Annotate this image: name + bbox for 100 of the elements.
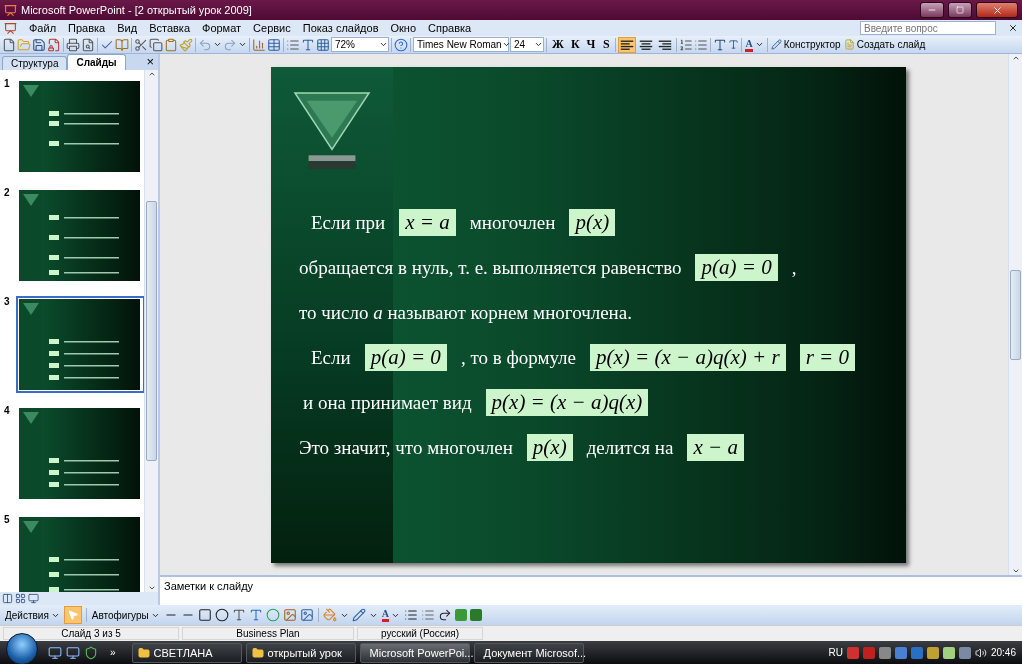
- format-button[interactable]: К: [567, 36, 583, 53]
- monitor-icon[interactable]: [66, 645, 80, 660]
- align-button[interactable]: [618, 36, 637, 53]
- caret-icon[interactable]: [501, 40, 511, 49]
- close-button[interactable]: [976, 2, 1018, 18]
- scroll-up-icon[interactable]: [147, 70, 156, 78]
- file-lock-icon[interactable]: [47, 37, 61, 52]
- slide-number: 3: [4, 296, 10, 309]
- normal-view-icon[interactable]: [2, 593, 13, 604]
- rectangle-icon[interactable]: [197, 608, 212, 622]
- grow-font-icon[interactable]: [713, 37, 728, 52]
- scroll-up-icon[interactable]: [1011, 54, 1020, 62]
- taskbar-button[interactable]: СВЕТЛАНА: [131, 642, 242, 663]
- close-icon[interactable]: [1008, 23, 1018, 33]
- font-combo[interactable]: Times New Roman: [413, 37, 509, 52]
- scroll-thumb[interactable]: [146, 201, 157, 461]
- wordart-icon[interactable]: [248, 608, 263, 622]
- print-preview-icon[interactable]: [81, 37, 95, 52]
- menu-item[interactable]: Вид: [117, 22, 138, 34]
- caret-icon[interactable]: [754, 40, 764, 49]
- menu-item[interactable]: Показ слайдов: [302, 22, 379, 34]
- caret-icon[interactable]: [534, 40, 543, 49]
- font-size-combo[interactable]: 24: [510, 37, 544, 52]
- text-box-icon[interactable]: [231, 608, 246, 622]
- copy-icon[interactable]: [149, 37, 163, 52]
- actions-button[interactable]: Действия: [4, 607, 61, 623]
- grid-icon[interactable]: [316, 37, 330, 52]
- sorter-view-icon[interactable]: [15, 593, 26, 604]
- format-button[interactable]: S: [599, 36, 614, 53]
- chart-icon[interactable]: [252, 37, 266, 52]
- cut-icon[interactable]: [134, 37, 148, 52]
- slide-text: многочлен: [469, 211, 556, 234]
- tray-icon[interactable]: [894, 646, 907, 659]
- slide-number: 1: [4, 78, 10, 91]
- design-button[interactable]: Конструктор: [769, 36, 842, 53]
- slide-text: то число a называют корнем многочлена.: [299, 301, 632, 324]
- menu-item[interactable]: Окно: [390, 22, 417, 34]
- close-button[interactable]: ×: [142, 54, 158, 70]
- scroll-down-icon[interactable]: [1011, 567, 1020, 575]
- scroll-down-icon[interactable]: [147, 584, 156, 592]
- caret-icon[interactable]: [238, 40, 247, 49]
- new-slide-icon: [843, 39, 855, 50]
- help-search-field[interactable]: Введите вопрос: [860, 21, 996, 35]
- formula: p(a) = 0: [364, 344, 447, 371]
- overflow-chevron[interactable]: »: [110, 647, 116, 658]
- font-color-button[interactable]: A: [380, 607, 401, 623]
- font-color-button[interactable]: A: [744, 36, 765, 53]
- print-icon[interactable]: [66, 37, 80, 52]
- new-slide-button[interactable]: Создать слайд: [842, 36, 927, 53]
- tray-icon[interactable]: [878, 646, 891, 659]
- save-icon[interactable]: [32, 37, 46, 52]
- format-button[interactable]: Ч: [583, 36, 599, 53]
- caret-icon[interactable]: [213, 40, 222, 49]
- pencil-icon: [770, 39, 782, 50]
- panel-tab[interactable]: Структура: [2, 56, 68, 70]
- menu-item[interactable]: Формат: [202, 22, 242, 34]
- paste-icon[interactable]: [164, 37, 178, 52]
- menu-item[interactable]: Справка: [428, 22, 472, 34]
- slideshow-icon[interactable]: [28, 593, 39, 604]
- scrollbar[interactable]: [1008, 54, 1022, 575]
- app-icon: [4, 3, 17, 17]
- shrink-font-icon[interactable]: [728, 39, 740, 50]
- taskbar-button[interactable]: открытый урок: [245, 642, 356, 663]
- desktop-icon[interactable]: [48, 645, 62, 660]
- table-icon[interactable]: [267, 37, 281, 52]
- scroll-thumb[interactable]: [1010, 269, 1021, 360]
- tray-icon[interactable]: [958, 646, 971, 659]
- slide-text: Это значит, что многочлен: [299, 436, 513, 459]
- caret-icon[interactable]: [379, 40, 388, 49]
- fill-color-icon[interactable]: [322, 608, 337, 622]
- tray-icon[interactable]: [926, 646, 939, 659]
- minimize-button[interactable]: [920, 2, 944, 18]
- zoom-combo[interactable]: 72%: [331, 37, 389, 52]
- picture-icon[interactable]: [299, 608, 314, 622]
- slide-text: Если: [311, 346, 351, 369]
- tray-icon[interactable]: [942, 646, 955, 659]
- numbered-list-icon[interactable]: [679, 37, 694, 52]
- panel-tab[interactable]: Слайды: [67, 54, 126, 70]
- book-icon[interactable]: [115, 37, 129, 52]
- format-button[interactable]: Ж: [549, 36, 567, 53]
- volume-icon[interactable]: [974, 646, 987, 659]
- line-color-icon[interactable]: [351, 608, 366, 622]
- autoshapes-button[interactable]: Автофигуры: [90, 607, 161, 623]
- slide-text: делится на: [586, 436, 674, 459]
- taskbar-button[interactable]: Документ Microsof...: [473, 642, 584, 663]
- restore-button[interactable]: [948, 2, 972, 18]
- help-icon[interactable]: [394, 37, 408, 52]
- menu-item[interactable]: Правка: [68, 22, 106, 34]
- folder-icon: [251, 646, 264, 659]
- menu-item[interactable]: Вставка: [149, 22, 190, 34]
- language-indicator[interactable]: RU: [828, 647, 843, 658]
- oval-icon[interactable]: [214, 608, 229, 622]
- formula: x = a: [399, 209, 456, 236]
- restore-icon: [956, 6, 964, 14]
- slide-number: 2: [4, 187, 10, 200]
- new-file-icon[interactable]: [2, 37, 16, 52]
- menu-item[interactable]: Сервис: [253, 22, 291, 34]
- menu-item[interactable]: Файл: [29, 22, 57, 34]
- document-icon[interactable]: [4, 21, 17, 35]
- scrollbar[interactable]: [144, 70, 158, 592]
